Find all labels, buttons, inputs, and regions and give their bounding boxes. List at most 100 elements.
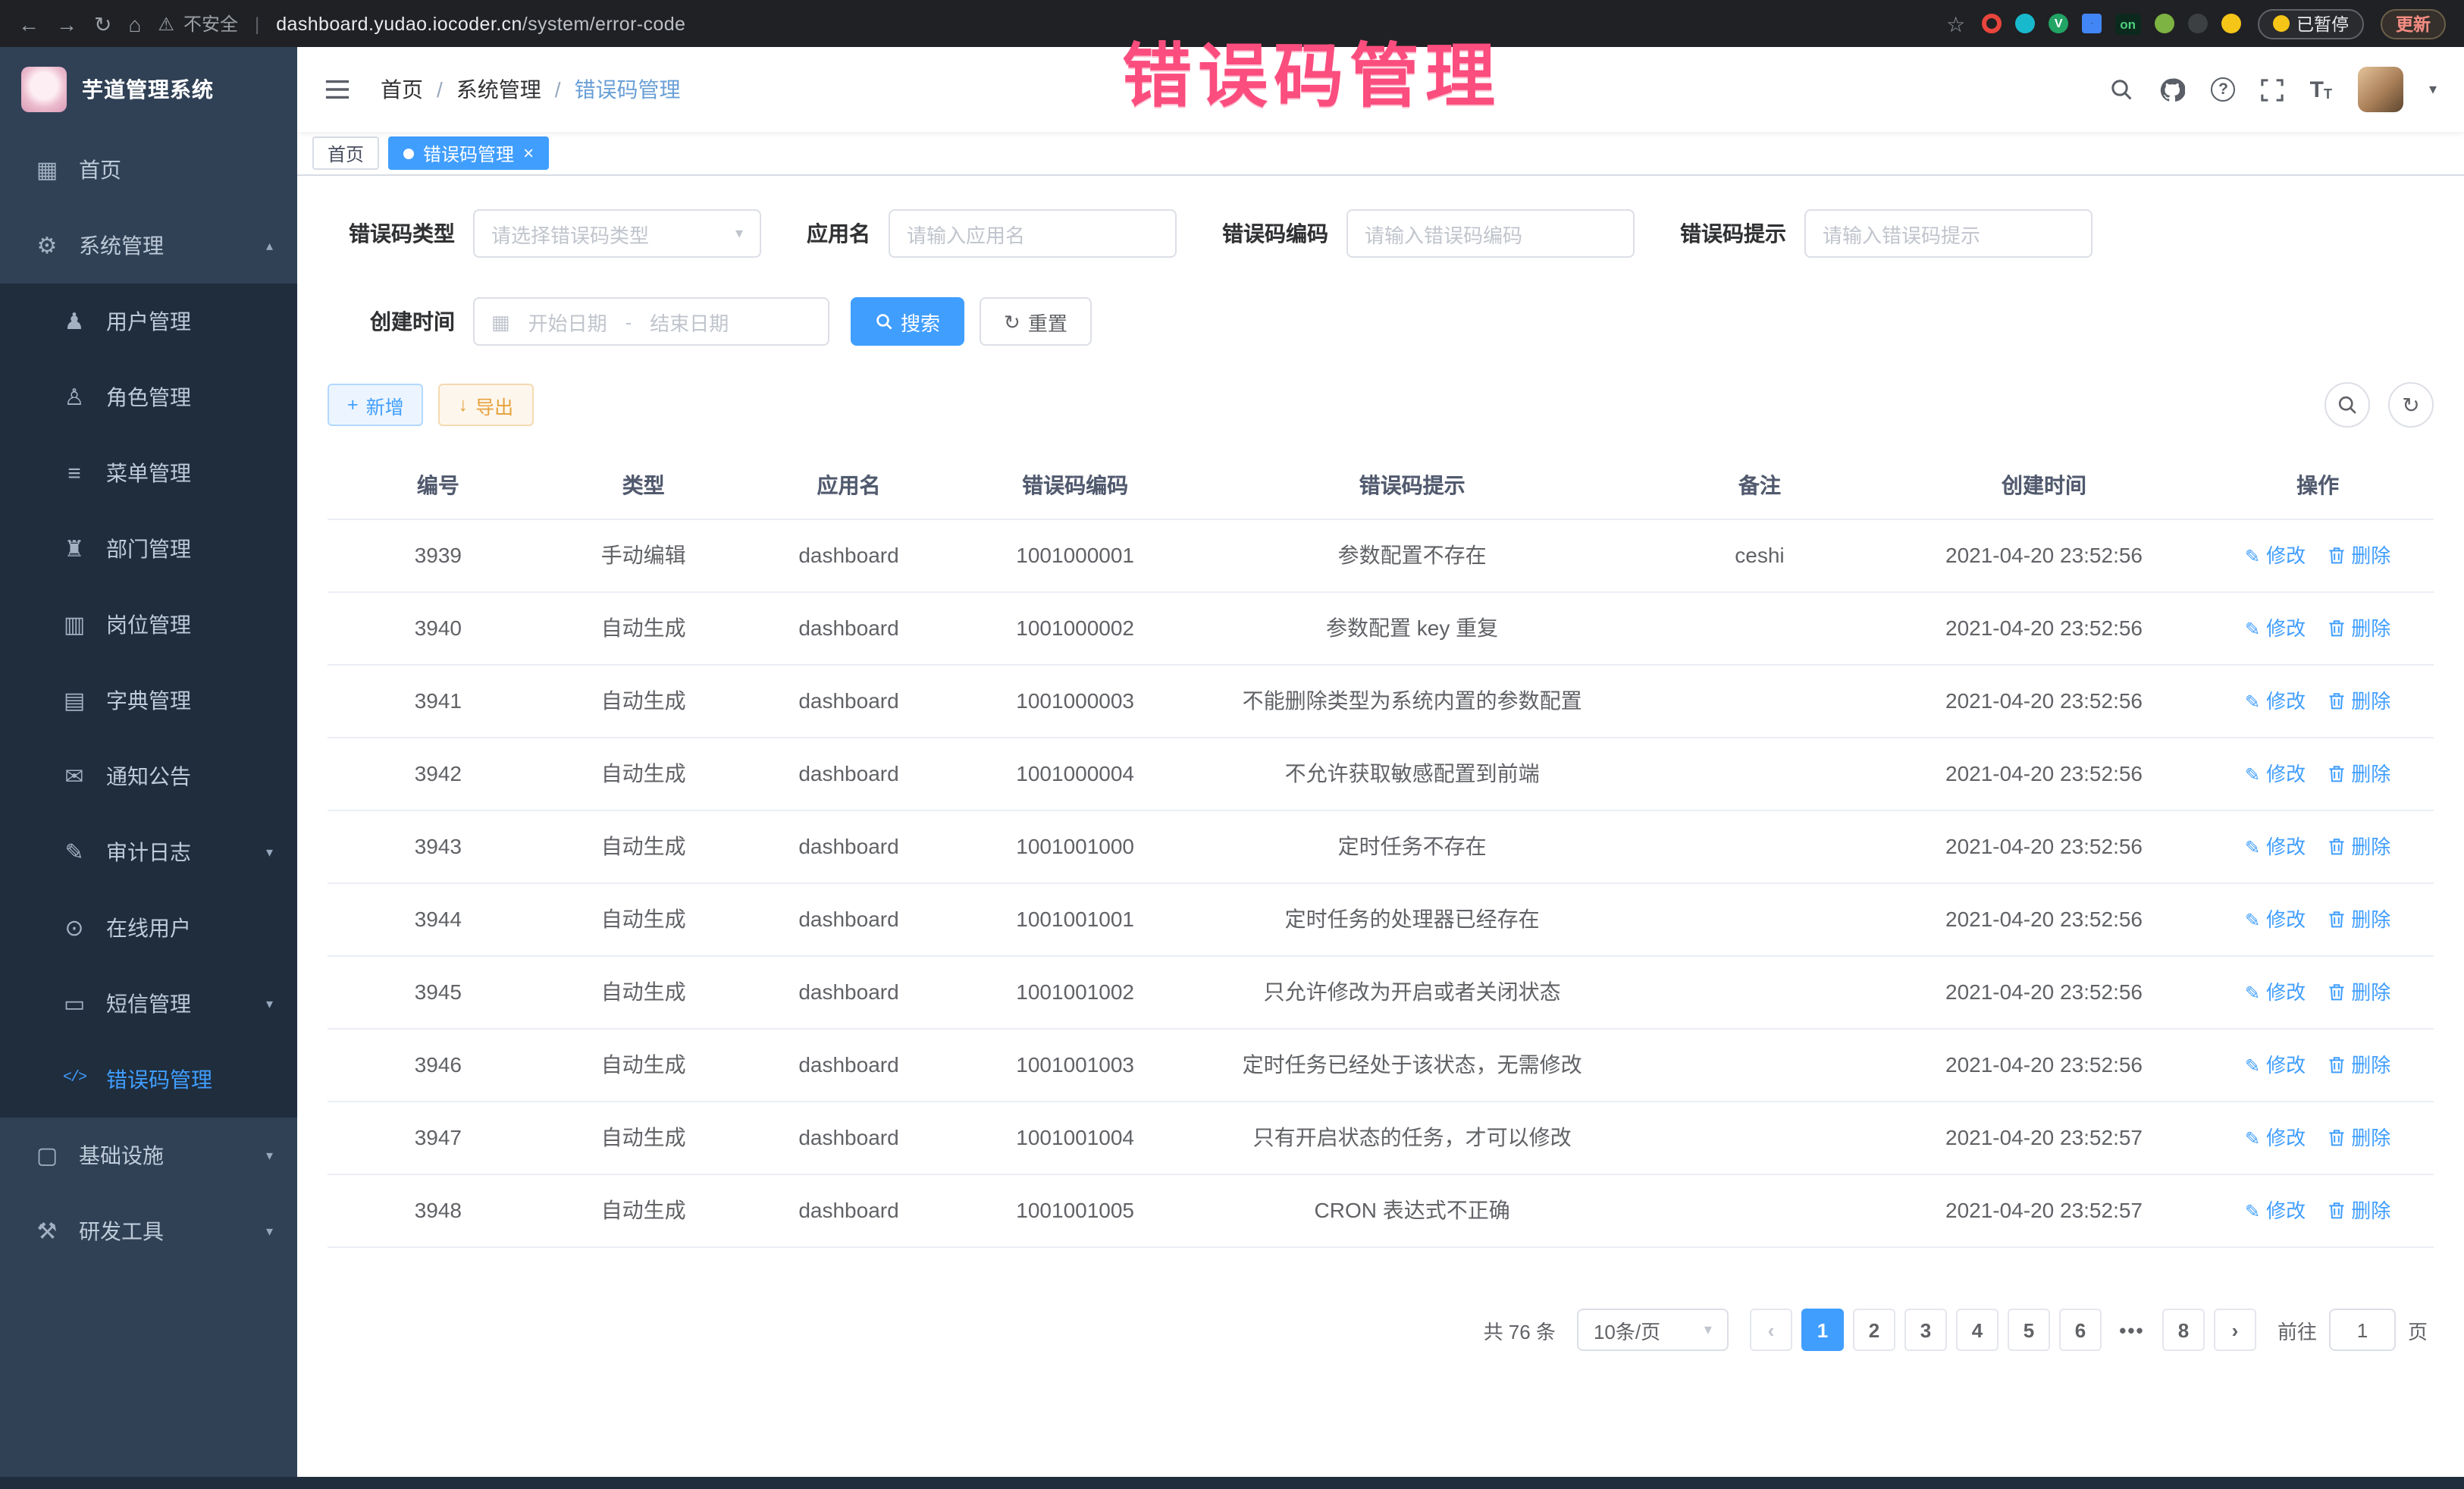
sidebar-item-dev-tools[interactable]: ⚒研发工具▾	[0, 1193, 297, 1269]
breadcrumb-system[interactable]: 系统管理	[456, 74, 541, 105]
breadcrumb-home[interactable]: 首页	[381, 74, 423, 105]
help-icon[interactable]: ?	[2212, 77, 2236, 102]
user-menu-caret-icon[interactable]: ▾	[2429, 81, 2437, 98]
toggle-search-button[interactable]	[2324, 382, 2370, 428]
trash-icon	[2327, 691, 2345, 711]
app-logo[interactable]: 芋道管理系统	[0, 47, 297, 132]
delete-button[interactable]: 删除	[2327, 758, 2390, 790]
tab-error-code[interactable]: 错误码管理 ×	[388, 136, 549, 170]
add-button[interactable]: + 新增	[328, 384, 424, 426]
cell-id: 3941	[328, 666, 549, 737]
prev-page-button[interactable]: ‹	[1750, 1309, 1792, 1351]
edit-button[interactable]: ✎修改	[2245, 1122, 2306, 1154]
delete-button[interactable]: 删除	[2327, 1195, 2390, 1227]
delete-button[interactable]: 删除	[2327, 976, 2390, 1008]
sidebar-item-post-mgmt[interactable]: ▥岗位管理	[0, 587, 297, 663]
next-page-button[interactable]: ›	[2214, 1309, 2256, 1351]
on-badge-extension-icon[interactable]: on	[2115, 13, 2140, 34]
bookmark-star-icon[interactable]: ☆	[1946, 13, 1965, 34]
back-icon[interactable]: ←	[18, 13, 39, 34]
delete-button[interactable]: 删除	[2327, 1049, 2390, 1081]
page-button-6[interactable]: 6	[2059, 1309, 2102, 1351]
sidebar-item-audit-log[interactable]: ✎审计日志▾	[0, 814, 297, 890]
edit-button[interactable]: ✎修改	[2245, 685, 2306, 717]
table-row: 3947自动生成dashboard1001001004只有开启状态的任务，才可以…	[328, 1102, 2434, 1175]
security-indicator[interactable]: ⚠ 不安全	[158, 11, 238, 36]
search-button[interactable]: 搜索	[851, 297, 964, 346]
sidebar-item-dept-mgmt[interactable]: ♜部门管理	[0, 511, 297, 587]
user-avatar[interactable]	[2358, 67, 2403, 112]
page-button-3[interactable]: 3	[1904, 1309, 1947, 1351]
code-input[interactable]: 请输入错误码编码	[1346, 209, 1635, 258]
goto-page-input[interactable]	[2329, 1309, 2396, 1351]
page-button-2[interactable]: 2	[1853, 1309, 1895, 1351]
cell-id: 3940	[328, 593, 549, 664]
edit-button[interactable]: ✎修改	[2245, 1195, 2306, 1227]
app-input[interactable]: 请输入应用名	[889, 209, 1177, 258]
extension-icon[interactable]	[2015, 14, 2035, 33]
sidebar-item-error-code-mgmt[interactable]: </>错误码管理	[0, 1042, 297, 1118]
refresh-table-button[interactable]: ↻	[2388, 382, 2434, 428]
fullscreen-icon[interactable]	[2262, 78, 2284, 101]
paused-badge[interactable]: 已暂停	[2257, 8, 2364, 39]
search-icon[interactable]	[2110, 77, 2134, 102]
page-button-4[interactable]: 4	[1956, 1309, 1998, 1351]
sidebar-item-infrastructure[interactable]: ▢基础设施▾	[0, 1118, 297, 1193]
delete-button[interactable]: 删除	[2327, 685, 2390, 717]
cell-code: 1001000004	[959, 738, 1191, 810]
reset-button[interactable]: ↻ 重置	[980, 297, 1092, 346]
page-button-1[interactable]: 1	[1801, 1309, 1844, 1351]
github-icon[interactable]	[2160, 77, 2186, 102]
grid-extension-icon[interactable]	[2082, 14, 2102, 33]
puzzle-extension-icon[interactable]	[2187, 14, 2207, 33]
sidebar-item-menu-mgmt[interactable]: ≡菜单管理	[0, 435, 297, 511]
sidebar-item-home[interactable]: ▦首页	[0, 132, 297, 208]
sidebar-item-role-mgmt[interactable]: ♙角色管理	[0, 359, 297, 435]
vue-extension-icon[interactable]: V	[2049, 14, 2068, 33]
edit-button[interactable]: ✎修改	[2245, 976, 2306, 1008]
tab-home[interactable]: 首页	[312, 136, 379, 170]
column-header: 编号	[328, 452, 549, 519]
sidebar-item-user-mgmt[interactable]: ♟用户管理	[0, 284, 297, 359]
edit-button[interactable]: ✎修改	[2245, 831, 2306, 863]
export-button[interactable]: ↓ 导出	[439, 384, 534, 426]
edit-button[interactable]: ✎修改	[2245, 904, 2306, 936]
update-button[interactable]: 更新	[2381, 8, 2446, 39]
page-button-8[interactable]: 8	[2162, 1309, 2205, 1351]
close-tab-icon[interactable]: ×	[523, 144, 534, 162]
delete-button[interactable]: 删除	[2327, 540, 2390, 572]
delete-button[interactable]: 删除	[2327, 613, 2390, 644]
pager-ellipsis[interactable]: •••	[2111, 1309, 2153, 1351]
sidebar-item-sms-mgmt[interactable]: ▭短信管理▾	[0, 966, 297, 1042]
date-range-picker[interactable]: ▦ 开始日期 - 结束日期	[473, 297, 829, 346]
forward-icon[interactable]: →	[56, 13, 77, 34]
reload-icon[interactable]: ↻	[94, 13, 111, 34]
page-size-select[interactable]: 10条/页 ▾	[1577, 1309, 1729, 1351]
address-bar[interactable]: dashboard.yudao.iocoder.cn/system/error-…	[276, 13, 685, 34]
type-select[interactable]: 请选择错误码类型 ▾	[473, 209, 761, 258]
hint-input[interactable]: 请输入错误码提示	[1804, 209, 2093, 258]
sidebar-item-online-users[interactable]: ⊙在线用户	[0, 890, 297, 966]
delete-button[interactable]: 删除	[2327, 904, 2390, 936]
delete-button[interactable]: 删除	[2327, 1122, 2390, 1154]
edit-icon: ✎	[2245, 547, 2260, 565]
emoji-face-icon	[2272, 15, 2289, 32]
page-button-5[interactable]: 5	[2008, 1309, 2050, 1351]
delete-button[interactable]: 删除	[2327, 831, 2390, 863]
edit-button[interactable]: ✎修改	[2245, 1049, 2306, 1081]
trash-icon	[2327, 546, 2345, 566]
font-size-icon[interactable]: TT	[2310, 78, 2332, 101]
edit-button[interactable]: ✎修改	[2245, 540, 2306, 572]
profile-avatar-icon[interactable]	[2221, 14, 2240, 33]
record-extension-icon[interactable]	[1982, 14, 2002, 33]
edit-button[interactable]: ✎修改	[2245, 758, 2306, 790]
home-icon[interactable]: ⌂	[128, 13, 141, 34]
sidebar-item-notice[interactable]: ✉通知公告	[0, 738, 297, 814]
sidebar-item-dict-mgmt[interactable]: ▤字典管理	[0, 663, 297, 738]
sidebar-item-system[interactable]: ⚙系统管理▴	[0, 208, 297, 284]
sidebar-item-label: 系统管理	[79, 230, 164, 261]
leaf-extension-icon[interactable]	[2154, 14, 2174, 33]
active-dot-icon	[403, 148, 414, 158]
collapse-sidebar-icon[interactable]	[324, 79, 350, 100]
edit-button[interactable]: ✎修改	[2245, 613, 2306, 644]
